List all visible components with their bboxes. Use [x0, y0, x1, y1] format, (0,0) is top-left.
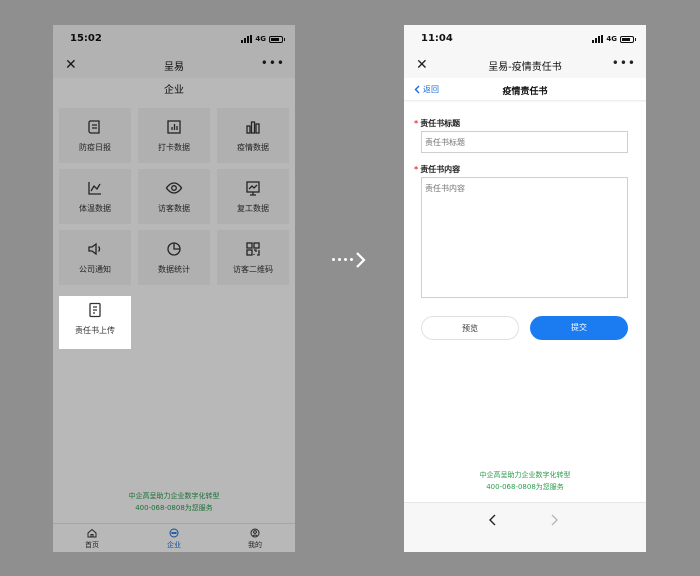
status-indicators: 4G: [241, 34, 285, 44]
more-icon[interactable]: •••: [612, 57, 636, 69]
title-field-label: * 责任书标题: [414, 119, 461, 128]
tab-home[interactable]: 首页: [62, 524, 122, 552]
bar-chart-box-icon: [167, 120, 181, 134]
battery-icon: [620, 35, 636, 43]
battery-icon: [269, 35, 285, 43]
tab-label: 企业: [167, 541, 181, 549]
required-mark: *: [414, 119, 419, 128]
bar-chart-icon: [246, 121, 260, 134]
nav-bar: ✕ 呈易 •••: [53, 53, 295, 78]
tile-visitor-data[interactable]: 访客数据: [138, 169, 210, 224]
status-indicators: 4G: [592, 34, 636, 44]
nav-title: 呈易-疫情责任书: [488, 62, 562, 73]
status-time: 15:02: [70, 33, 102, 44]
tile-work-resumption-data[interactable]: 复工数据: [217, 169, 289, 224]
user-icon: [250, 528, 260, 538]
tile-label: 复工数据: [237, 204, 269, 213]
tile-label: 访客数据: [158, 204, 190, 213]
line-chart-icon: [88, 182, 101, 195]
tile-label: 防疫日报: [79, 143, 111, 152]
tile-label: 体温数据: [79, 204, 111, 213]
network-type: 4G: [255, 35, 266, 43]
footer-hotline: 400-068-0808为您服务: [486, 483, 564, 491]
preview-button[interactable]: 预览: [421, 316, 519, 340]
tile-epidemic-daily-report[interactable]: 防疫日报: [59, 108, 131, 163]
nav-title: 呈易: [164, 62, 184, 73]
forward-arrow-icon[interactable]: [549, 514, 559, 526]
tile-checkin-data[interactable]: 打卡数据: [138, 108, 210, 163]
title-input[interactable]: [421, 131, 628, 153]
tile-label: 公司通知: [79, 265, 111, 274]
tile-responsibility-upload[interactable]: 责任书上传: [59, 291, 131, 346]
status-bar: 15:02 4G: [53, 25, 295, 53]
tile-label: 疫情数据: [237, 143, 269, 152]
right-phone-screen: 11:04 4G ✕ 呈易-疫情责任书 ••• 返回 疫情责任书 * 责任书标题 …: [404, 25, 646, 552]
tile-visitor-qrcode[interactable]: 访客二维码: [217, 230, 289, 285]
tab-label: 我的: [248, 541, 262, 549]
footer-hotline: 400-068-0808为您服务: [135, 504, 213, 512]
back-arrow-icon[interactable]: [488, 514, 498, 526]
signal-icon: [241, 35, 253, 43]
tile-company-notice[interactable]: 公司通知: [59, 230, 131, 285]
required-mark: *: [414, 165, 419, 174]
tab-label: 首页: [85, 541, 99, 549]
sub-header: 返回 疫情责任书: [404, 78, 646, 101]
home-icon: [87, 528, 97, 538]
arrow-right-icon: [356, 252, 366, 268]
network-type: 4G: [606, 35, 617, 43]
transition-dots: [332, 258, 353, 261]
tile-label: 数据统计: [158, 265, 190, 274]
scroll-icon: [88, 120, 100, 134]
nav-bar: ✕ 呈易-疫情责任书 •••: [404, 53, 646, 78]
trend-board-icon: [246, 181, 260, 196]
status-bar: 11:04 4G: [404, 25, 646, 53]
tile-data-statistics[interactable]: 数据统计: [138, 230, 210, 285]
tile-label: 访客二维码: [233, 265, 273, 274]
eye-icon: [165, 182, 183, 194]
feature-grid: 防疫日报 打卡数据 疫情数据 体温数据 访客数据 复工数据 公司通知 数据统计 …: [53, 103, 295, 523]
speaker-icon: [88, 242, 101, 256]
page-title: 企业: [53, 78, 295, 103]
signal-icon: [592, 35, 604, 43]
footer-slogan: 中企高呈助力企业数字化转型: [479, 471, 571, 479]
chat-icon: [169, 528, 179, 538]
footer-slogan: 中企高呈助力企业数字化转型: [128, 492, 220, 500]
more-icon[interactable]: •••: [261, 57, 285, 69]
submit-button[interactable]: 提交: [530, 316, 628, 340]
tile-label: 打卡数据: [158, 143, 190, 152]
status-time: 11:04: [421, 33, 453, 44]
qr-code-icon: [246, 242, 260, 256]
tab-enterprise[interactable]: 企业: [144, 524, 204, 552]
page-title: 疫情责任书: [502, 87, 548, 97]
tile-epidemic-data[interactable]: 疫情数据: [217, 108, 289, 163]
document-icon: [89, 302, 101, 318]
content-textarea[interactable]: [421, 177, 628, 298]
content-field-label: * 责任书内容: [414, 165, 461, 174]
tab-bar: 首页 企业 我的: [53, 523, 295, 552]
pie-chart-icon: [167, 242, 181, 256]
responsibility-form: *责任书标题 *责任书内容 预览 提交 中企高呈助力企业数字化转型 400-06…: [404, 102, 646, 502]
tile-label: 责任书上传: [75, 326, 115, 335]
browser-toolbar: [404, 502, 646, 538]
left-phone-screen: 15:02 4G ✕ 呈易 ••• 企业 防疫日报 打卡数据 疫情数据 体温数据: [53, 25, 295, 552]
tab-mine[interactable]: 我的: [225, 524, 285, 552]
tile-temperature-data[interactable]: 体温数据: [59, 169, 131, 224]
